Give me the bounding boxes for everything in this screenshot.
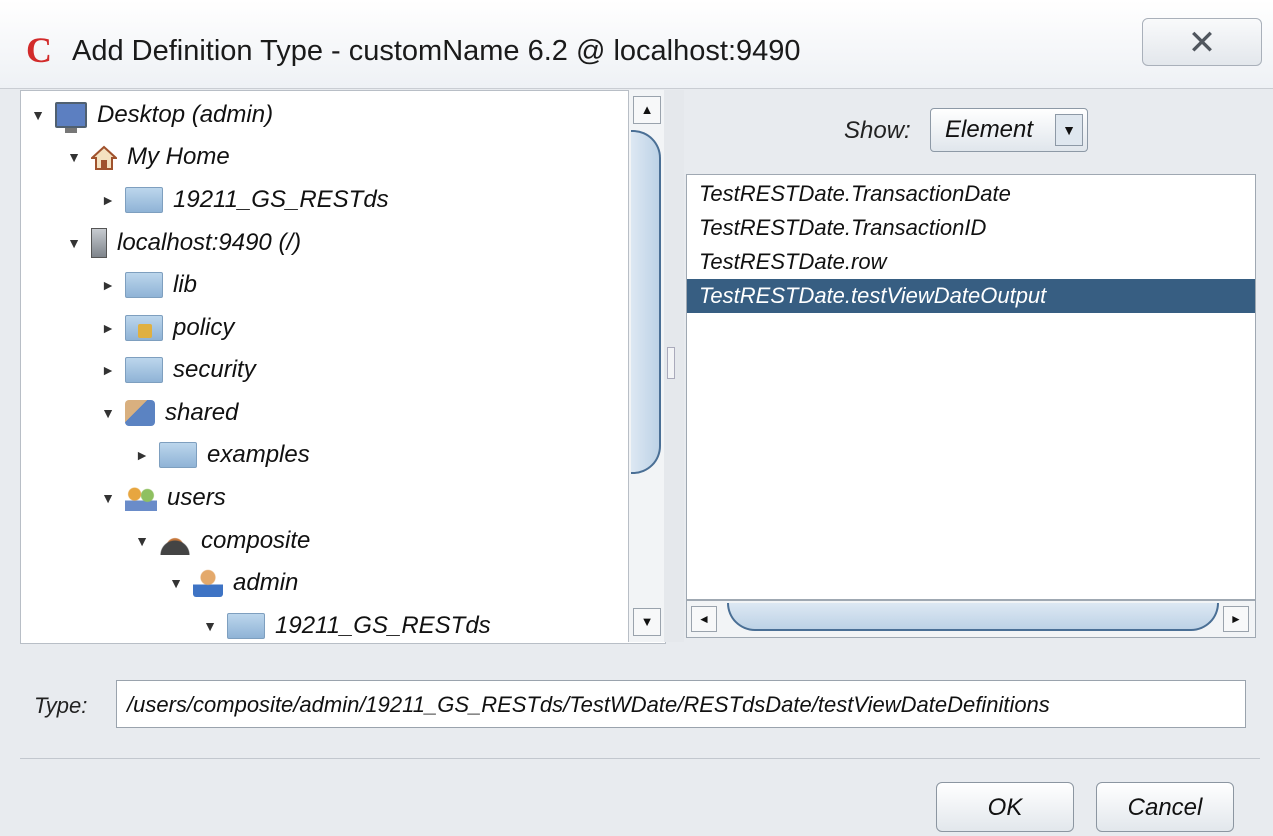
desktop-icon (55, 102, 87, 133)
window-title: Add Definition Type - customName 6.2 @ l… (72, 35, 801, 67)
tree-node-label: lib (173, 271, 198, 298)
tree-node-label: My Home (127, 143, 230, 170)
tree-node-security[interactable]: ► security (99, 350, 256, 390)
scroll-up-icon[interactable]: ▲ (633, 96, 661, 124)
expand-toggle-icon[interactable]: ► (99, 308, 117, 348)
collapse-toggle-icon[interactable]: ▼ (99, 393, 117, 433)
divider (20, 758, 1260, 759)
collapse-toggle-icon[interactable]: ▼ (201, 606, 219, 643)
tree-node-label: admin (233, 569, 299, 596)
tree-node-shared[interactable]: ▼ shared (99, 393, 238, 433)
splitter-grip-icon[interactable] (667, 347, 675, 379)
close-icon: ✕ (1187, 24, 1217, 62)
shared-folder-icon (125, 400, 155, 426)
tree-node-label: users (167, 484, 226, 511)
element-panel: Show: Element ▼ TestRESTDate.Transaction… (684, 90, 1256, 642)
tree-node-composite[interactable]: ▼ composite (133, 521, 310, 561)
title-bar[interactable]: C Add Definition Type - customName 6.2 @… (0, 0, 1273, 89)
tree-node-label: shared (165, 399, 239, 426)
cancel-button[interactable]: Cancel (1096, 782, 1234, 832)
add-definition-type-dialog: C Add Definition Type - customName 6.2 @… (0, 0, 1273, 836)
user-icon (193, 569, 223, 597)
tree-node-localhost[interactable]: ▼ localhost:9490 (/) (65, 223, 301, 263)
tree-node-desktop[interactable]: ▼ Desktop (admin) (29, 95, 273, 135)
home-icon (89, 144, 119, 170)
show-filter-label: Show: (844, 117, 911, 144)
type-label: Type: (34, 693, 88, 718)
collapse-toggle-icon[interactable]: ▼ (65, 137, 83, 177)
type-path-field[interactable]: /users/composite/admin/19211_GS_RESTds/T… (116, 680, 1246, 728)
tree-node-admin[interactable]: ▼ admin (167, 563, 298, 603)
collapse-toggle-icon[interactable]: ▼ (65, 223, 83, 263)
list-item[interactable]: TestRESTDate.TransactionID (687, 211, 1255, 245)
scroll-down-icon[interactable]: ▼ (633, 608, 661, 636)
folder-icon (125, 357, 163, 383)
expand-toggle-icon[interactable]: ► (133, 435, 151, 475)
expand-toggle-icon[interactable]: ► (99, 265, 117, 305)
expand-toggle-icon[interactable]: ► (99, 180, 117, 220)
collapse-toggle-icon[interactable]: ▼ (133, 521, 151, 561)
tree-node-label: localhost:9490 (/) (117, 229, 302, 256)
tree-node-label: examples (207, 441, 310, 468)
show-filter-value: Element (945, 116, 1034, 143)
tree-node-label: composite (201, 527, 311, 554)
resource-tree[interactable]: ▼ Desktop (admin) ▼ My Home ► 19211_GS_R… (20, 90, 666, 644)
folder-icon (159, 442, 197, 468)
tree-node-users[interactable]: ▼ users (99, 478, 226, 518)
collapse-toggle-icon[interactable]: ▼ (167, 563, 185, 603)
scroll-thumb[interactable] (631, 130, 661, 474)
scroll-right-icon[interactable]: ► (1223, 606, 1249, 632)
folder-icon (227, 613, 265, 639)
composite-domain-icon (159, 527, 191, 555)
list-item-selected[interactable]: TestRESTDate.testViewDateOutput (687, 279, 1255, 313)
server-icon (91, 228, 107, 258)
tree-node-policy[interactable]: ► policy (99, 308, 234, 348)
tree-node-label: 19211_GS_RESTds (173, 186, 389, 213)
tree-node-my-home[interactable]: ▼ My Home (65, 137, 230, 177)
list-horizontal-scrollbar[interactable]: ◄ ► (686, 600, 1256, 638)
type-path-value: /users/composite/admin/19211_GS_RESTds/T… (127, 692, 1050, 717)
tree-node-lib[interactable]: ► lib (99, 265, 197, 305)
show-filter-dropdown[interactable]: Element ▼ (930, 108, 1088, 152)
expand-toggle-icon[interactable]: ► (99, 350, 117, 390)
tree-node-examples[interactable]: ► examples (133, 435, 310, 475)
collapse-toggle-icon[interactable]: ▼ (29, 95, 47, 135)
tree-vertical-scrollbar[interactable]: ▲ ▼ (628, 90, 664, 642)
chevron-down-icon[interactable]: ▼ (1055, 114, 1083, 146)
tree-node-label: Desktop (admin) (97, 101, 274, 128)
tree-node-19211-gs-restds-home[interactable]: ► 19211_GS_RESTds (99, 180, 389, 220)
close-button[interactable]: ✕ (1142, 18, 1262, 66)
collapse-toggle-icon[interactable]: ▼ (99, 478, 117, 518)
ok-button[interactable]: OK (936, 782, 1074, 832)
scroll-thumb[interactable] (727, 603, 1219, 631)
scroll-left-icon[interactable]: ◄ (691, 606, 717, 632)
tree-node-label: 19211_GS_RESTds (275, 612, 491, 639)
tree-node-label: security (173, 356, 256, 383)
folder-icon (125, 187, 163, 213)
panel-splitter[interactable] (664, 90, 684, 642)
list-item[interactable]: TestRESTDate.row (687, 245, 1255, 279)
users-icon (125, 485, 157, 511)
tree-node-19211-gs-restds-admin[interactable]: ▼ 19211_GS_RESTds (201, 606, 491, 643)
app-logo-icon: C (26, 30, 52, 70)
tree-node-label: policy (173, 314, 235, 341)
list-item[interactable]: TestRESTDate.TransactionDate (687, 177, 1255, 211)
element-list[interactable]: TestRESTDate.TransactionDate TestRESTDat… (686, 174, 1256, 600)
folder-icon (125, 272, 163, 298)
locked-folder-icon (125, 315, 163, 341)
